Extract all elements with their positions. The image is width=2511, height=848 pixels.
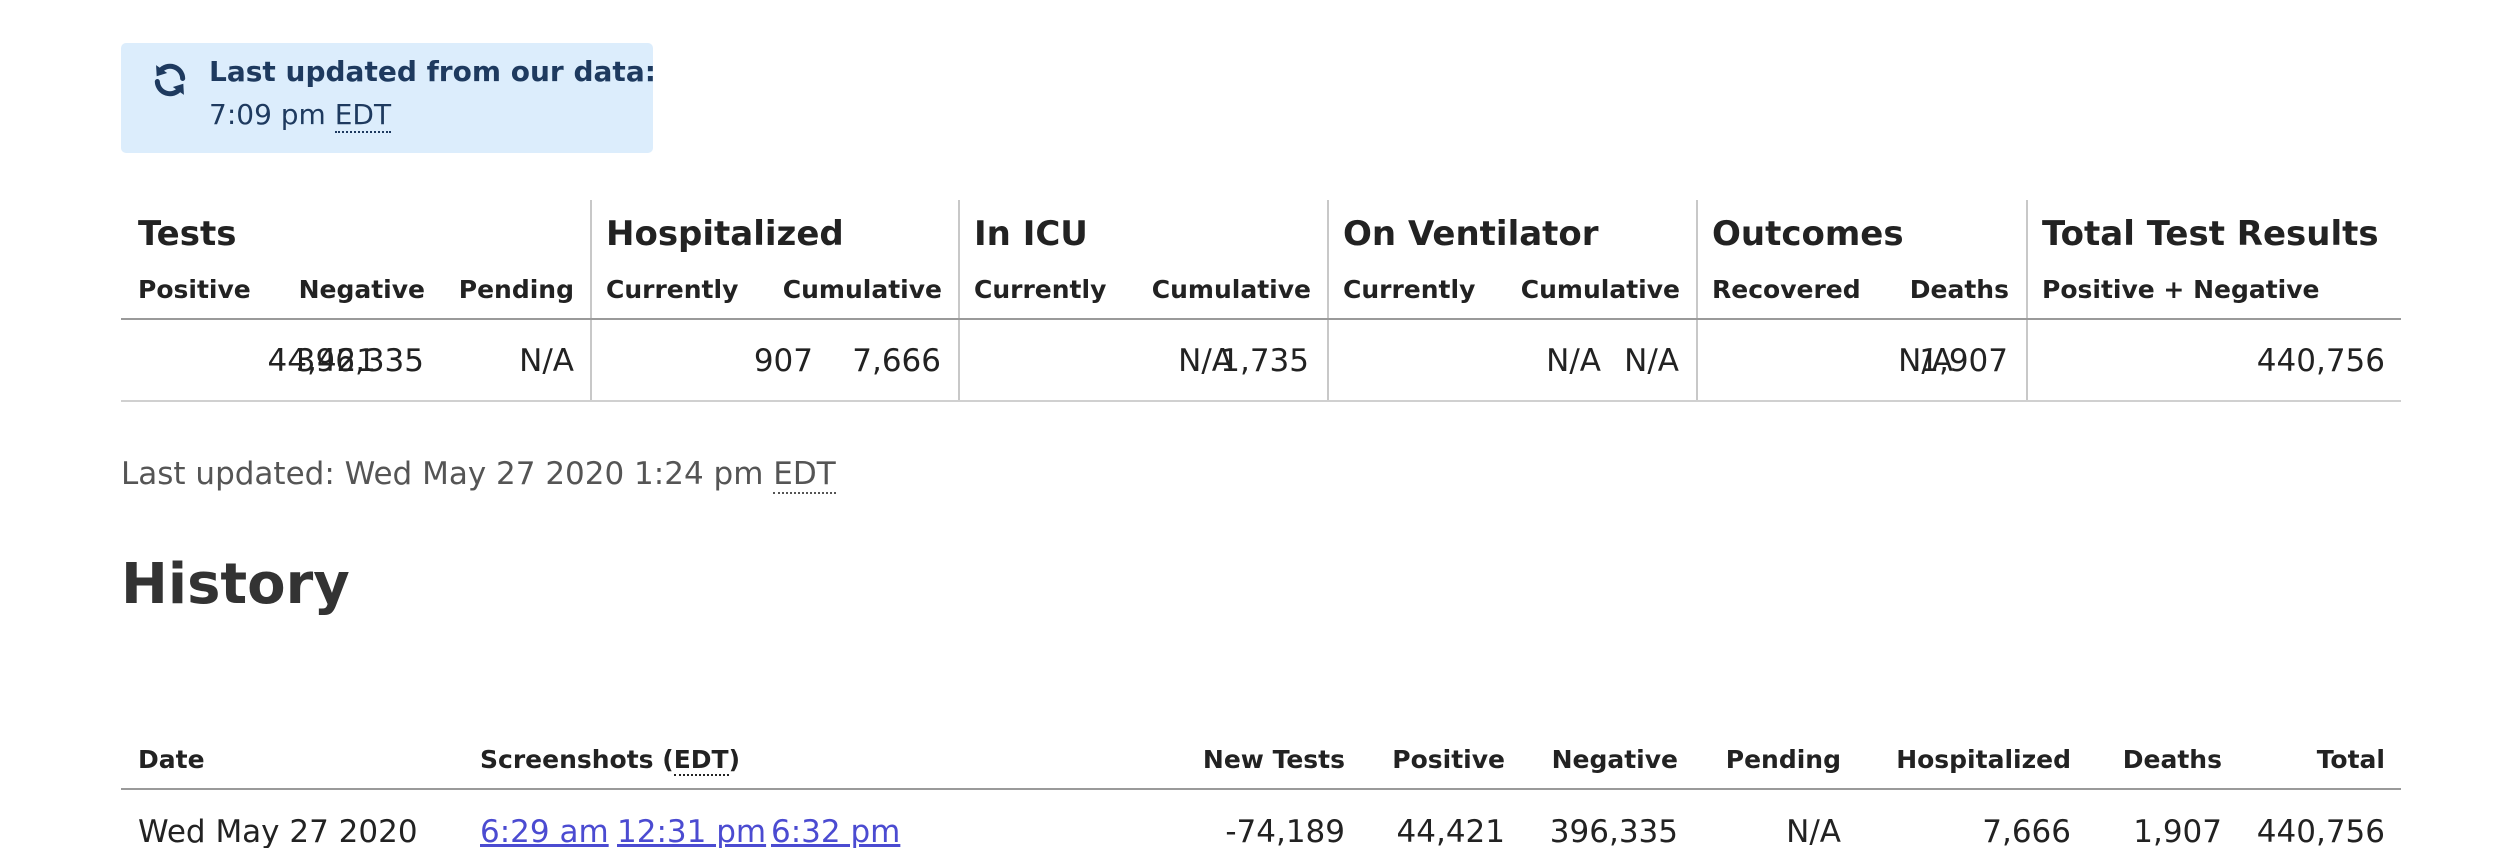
column-divider — [2026, 200, 2028, 402]
history-row-total: 440,756 — [2256, 814, 2385, 848]
subhead-ventilator-cumulative: Cumulative — [1520, 275, 1680, 304]
screenshot-link[interactable]: 6:29 am — [480, 814, 609, 848]
history-row-hospitalized: 7,666 — [1982, 814, 2071, 848]
history-heading: History — [121, 552, 350, 617]
screenshot-link[interactable]: 6:32 pm — [771, 814, 900, 848]
subhead-hospitalized-currently: Currently — [606, 275, 739, 304]
history-row-negative: 396,335 — [1549, 814, 1678, 848]
refresh-icon — [154, 63, 186, 97]
subhead-pending: Pending — [458, 275, 574, 304]
history-header-new-tests: New Tests — [1202, 745, 1345, 774]
subhead-recovered: Recovered — [1712, 275, 1861, 304]
subhead-deaths: Deaths — [1909, 275, 2009, 304]
column-divider — [590, 200, 592, 402]
history-header-date: Date — [138, 745, 205, 774]
screenshot-link[interactable]: 12:31 pm — [617, 814, 766, 848]
history-row-date: Wed May 27 2020 — [138, 814, 418, 848]
history-header-divider — [121, 788, 2401, 790]
history-header-screenshots: Screenshots (EDT) — [480, 745, 741, 776]
column-divider — [958, 200, 960, 402]
history-header-deaths: Deaths — [2122, 745, 2222, 774]
value-deaths: 1,907 — [1919, 343, 2008, 379]
value-hospitalized-cumulative: 7,666 — [852, 343, 941, 379]
group-title-tests: Tests — [138, 214, 237, 254]
value-total: 440,756 — [2256, 343, 2385, 379]
subhead-negative: Negative — [298, 275, 425, 304]
history-row-positive: 44,421 — [1396, 814, 1505, 848]
value-hospitalized-currently: 907 — [753, 343, 813, 379]
value-pending: N/A — [519, 343, 574, 379]
summary-table: Tests Hospitalized In ICU On Ventilator … — [121, 200, 2401, 402]
history-row-new-tests: -74,189 — [1225, 814, 1345, 848]
timezone-abbr: EDT — [673, 745, 729, 776]
value-ventilator-currently: N/A — [1546, 343, 1601, 379]
subhead-icu-currently: Currently — [974, 275, 1107, 304]
subhead-icu-cumulative: Cumulative — [1151, 275, 1311, 304]
history-row-deaths: 1,907 — [2133, 814, 2222, 848]
group-title-ventilator: On Ventilator — [1343, 214, 1599, 254]
notice-title: Last updated from our data: — [209, 55, 656, 88]
timezone-abbr: EDT — [334, 98, 392, 133]
history-row-pending: N/A — [1786, 814, 1841, 848]
subhead-total: Positive + Negative — [2042, 275, 2320, 304]
group-title-hospitalized: Hospitalized — [606, 214, 844, 254]
value-negative: 396,335 — [295, 343, 424, 379]
column-divider — [1696, 200, 1698, 402]
history-header-hospitalized: Hospitalized — [1896, 745, 2071, 774]
row-divider — [121, 400, 2401, 402]
history-header-negative: Negative — [1551, 745, 1678, 774]
subhead-ventilator-currently: Currently — [1343, 275, 1476, 304]
timezone-abbr: EDT — [773, 456, 836, 494]
group-title-outcomes: Outcomes — [1712, 214, 1904, 254]
history-header-total: Total — [2316, 745, 2385, 774]
subhead-positive: Positive — [138, 275, 251, 304]
subhead-hospitalized-cumulative: Cumulative — [782, 275, 942, 304]
group-title-total: Total Test Results — [2042, 214, 2379, 254]
header-divider — [121, 318, 2401, 320]
last-updated-notice: Last updated from our data: 7:09 pm EDT — [121, 43, 656, 153]
column-divider — [1327, 200, 1329, 402]
notice-time: 7:09 pm EDT — [209, 98, 392, 133]
value-icu-cumulative: 1,735 — [1220, 343, 1309, 379]
last-updated-line: Last updated: Wed May 27 2020 1:24 pm ED… — [121, 456, 836, 494]
value-ventilator-cumulative: N/A — [1624, 343, 1679, 379]
history-header-pending: Pending — [1725, 745, 1841, 774]
history-header-positive: Positive — [1392, 745, 1505, 774]
group-title-icu: In ICU — [974, 214, 1088, 254]
